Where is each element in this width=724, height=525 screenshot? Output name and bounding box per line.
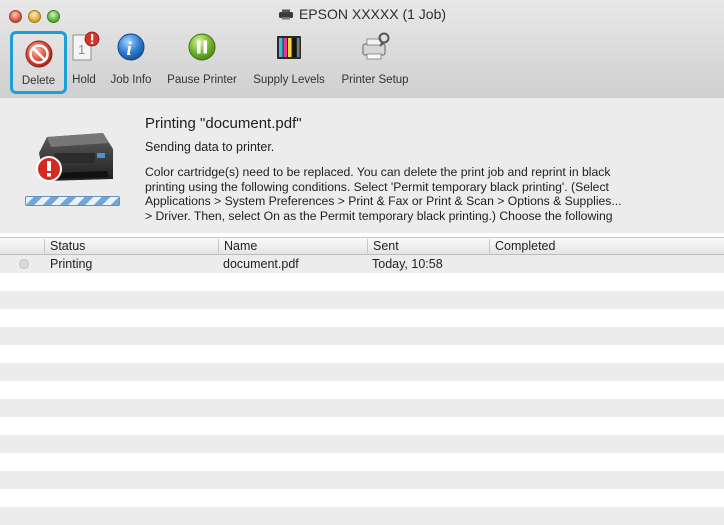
column-header-completed[interactable]: Completed [489, 239, 724, 253]
job-error-message: Color cartridge(s) need to be replaced. … [145, 165, 695, 223]
table-row[interactable]: Printing document.pdf Today, 10:58 [0, 255, 724, 273]
printer-icon [278, 7, 294, 20]
job-info-label: Job Info [110, 74, 152, 86]
empty-table-row [0, 327, 724, 345]
empty-table-row [0, 471, 724, 489]
hold-icon: 1 [67, 30, 101, 64]
empty-table-row [0, 507, 724, 525]
print-queue-window: EPSON XXXXX (1 Job) Delete 1 Hold i Job … [0, 0, 724, 525]
supply-levels-label: Supply Levels [253, 74, 325, 86]
job-message-line: printing using the following conditions.… [145, 179, 609, 194]
hold-label: Hold [72, 74, 96, 86]
job-message-line: > Driver. Then, select On as the Permit … [145, 208, 613, 223]
delete-button[interactable]: Delete [10, 31, 67, 94]
job-sent-cell: Today, 10:58 [372, 257, 443, 271]
job-message-line: Color cartridge(s) need to be replaced. … [145, 165, 611, 179]
job-progress-bar [25, 196, 120, 206]
window-title: EPSON XXXXX (1 Job) [0, 6, 724, 22]
printer-setup-label: Printer Setup [341, 74, 409, 86]
jobs-table-header: Status Name Sent Completed [0, 237, 724, 255]
job-heading: Printing "document.pdf" [145, 115, 302, 132]
pause-icon [185, 30, 219, 64]
printer-setup-icon [358, 30, 392, 64]
supply-levels-icon [272, 30, 306, 64]
pause-printer-button[interactable]: Pause Printer [162, 30, 242, 90]
delete-icon [22, 38, 56, 72]
printer-warning-icon [25, 123, 125, 193]
delete-label: Delete [21, 75, 56, 87]
job-status-text: Sending data to printer. [145, 140, 275, 154]
job-message-line: Applications > System Preferences > Prin… [145, 194, 622, 208]
hold-button[interactable]: 1 Hold [64, 30, 104, 90]
svg-text:i: i [127, 39, 133, 60]
printer-setup-button[interactable]: Printer Setup [336, 30, 414, 90]
svg-text:1: 1 [78, 42, 85, 57]
column-header-name[interactable]: Name [218, 239, 368, 253]
column-header-status[interactable]: Status [44, 239, 220, 253]
column-header-sent[interactable]: Sent [367, 239, 490, 253]
job-info-button[interactable]: i Job Info [106, 30, 156, 90]
empty-table-row [0, 435, 724, 453]
window-title-text: EPSON XXXXX (1 Job) [298, 6, 447, 22]
empty-table-row [0, 291, 724, 309]
empty-table-row [0, 399, 724, 417]
supply-levels-button[interactable]: Supply Levels [248, 30, 330, 90]
empty-table-row [0, 363, 724, 381]
job-status-cell: Printing [50, 257, 93, 271]
job-name-cell: document.pdf [223, 257, 299, 271]
window-toolbar: EPSON XXXXX (1 Job) Delete 1 Hold i Job … [0, 0, 724, 99]
job-status-dot-icon [19, 259, 29, 269]
jobs-table-body: Printing document.pdf Today, 10:58 [0, 255, 724, 525]
pause-printer-label: Pause Printer [167, 74, 237, 86]
info-icon: i [114, 30, 148, 64]
